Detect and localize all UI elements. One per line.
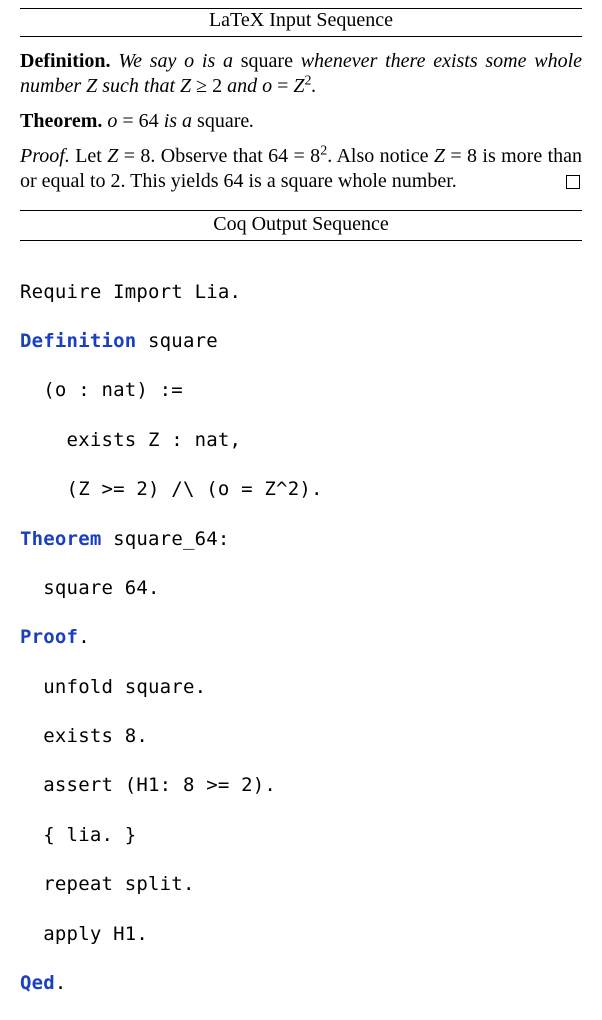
coq-line: square 64. [20, 576, 582, 601]
math-var-o: o [184, 50, 194, 72]
coq-text: apply H1. [20, 923, 148, 945]
coq-line: (o : nat) := [20, 378, 582, 403]
theorem-paragraph: Theorem. o = 64 is a square. [20, 109, 582, 134]
coq-line: exists Z : nat, [20, 428, 582, 453]
coq-text: exists Z : nat, [20, 429, 241, 451]
coq-line: unfold square. [20, 675, 582, 700]
coq-text: exists 8. [20, 725, 148, 747]
math-64-eq-8: 64 = 8 [268, 145, 320, 167]
math-var-o2: o [262, 75, 272, 97]
theorem-end: . [249, 110, 254, 132]
math-var-z5: Z [434, 145, 445, 167]
coq-text: repeat split. [20, 873, 195, 895]
coq-text: Require Import Lia. [20, 281, 241, 303]
coq-keyword-qed: Qed [20, 972, 55, 994]
section-title-coq: Coq Output Sequence [20, 211, 582, 241]
coq-line: Definition square [20, 329, 582, 354]
definition-end: . [312, 75, 317, 97]
coq-line: exists 8. [20, 724, 582, 749]
theorem-text-1: is a [159, 110, 197, 132]
coq-keyword-definition: Definition [20, 330, 136, 352]
coq-line: apply H1. [20, 922, 582, 947]
coq-text: square_64: [101, 528, 229, 550]
definition-word-square: square [241, 50, 293, 72]
proof-text-3: . Also notice [327, 145, 434, 167]
math-eq-64: = 64 [117, 110, 158, 132]
coq-line: Require Import Lia. [20, 280, 582, 305]
coq-line: assert (H1: 8 >= 2). [20, 773, 582, 798]
coq-line: (Z >= 2) /\ (o = Z^2). [20, 477, 582, 502]
coq-code-block: Require Import Lia. Definition square (o… [20, 255, 582, 1020]
latex-block: Definition. We say o is a square wheneve… [20, 49, 582, 204]
definition-text-2: is a [194, 50, 241, 72]
theorem-word-square: square [197, 110, 249, 132]
proof-label: Proof. [20, 145, 70, 167]
math-var-z2: Z [180, 75, 191, 97]
math-eq-8: = 8 [118, 145, 150, 167]
coq-text: unfold square. [20, 676, 206, 698]
coq-line: Theorem square_64: [20, 527, 582, 552]
coq-text: { lia. } [20, 824, 136, 846]
coq-text: square [136, 330, 217, 352]
coq-text: . [55, 972, 67, 994]
coq-text: assert (H1: 8 >= 2). [20, 774, 276, 796]
coq-line: { lia. } [20, 823, 582, 848]
coq-keyword-theorem: Theorem [20, 528, 101, 550]
coq-line: Qed. [20, 971, 582, 996]
coq-keyword-proof: Proof [20, 626, 78, 648]
math-var-z4: Z [107, 145, 118, 167]
proof-text-2: . Observe that [150, 145, 268, 167]
coq-text: . [78, 626, 90, 648]
math-exp-2: 2 [305, 73, 312, 88]
section-title-text-2: Coq Output Sequence [213, 213, 389, 235]
coq-line: Proof. [20, 625, 582, 650]
section-title-latex: LaTeX Input Sequence [20, 8, 582, 37]
coq-text: (o : nat) := [20, 379, 183, 401]
math-var-o3: o [107, 110, 117, 132]
definition-label: Definition. [20, 50, 111, 72]
math-eq: = [272, 75, 293, 97]
coq-text: (Z >= 2) /\ (o = Z^2). [20, 478, 323, 500]
theorem-label: Theorem. [20, 110, 102, 132]
definition-text-5: and [222, 75, 262, 97]
proof-paragraph: Proof. Let Z = 8. Observe that 64 = 82. … [20, 144, 582, 194]
coq-text: square 64. [20, 577, 160, 599]
qed-icon [566, 175, 580, 189]
math-var-z3: Z [293, 75, 304, 97]
definition-text-1: We say [118, 50, 184, 72]
math-eq-8b: = 8 [445, 145, 477, 167]
section-title-text: LaTeX Input Sequence [209, 9, 393, 31]
math-var-z: Z [86, 75, 97, 97]
definition-paragraph: Definition. We say o is a square wheneve… [20, 49, 582, 99]
definition-text-4: such that [97, 75, 180, 97]
proof-text-1: Let [75, 145, 107, 167]
math-ge-2: ≥ 2 [191, 75, 222, 97]
coq-line: repeat split. [20, 872, 582, 897]
